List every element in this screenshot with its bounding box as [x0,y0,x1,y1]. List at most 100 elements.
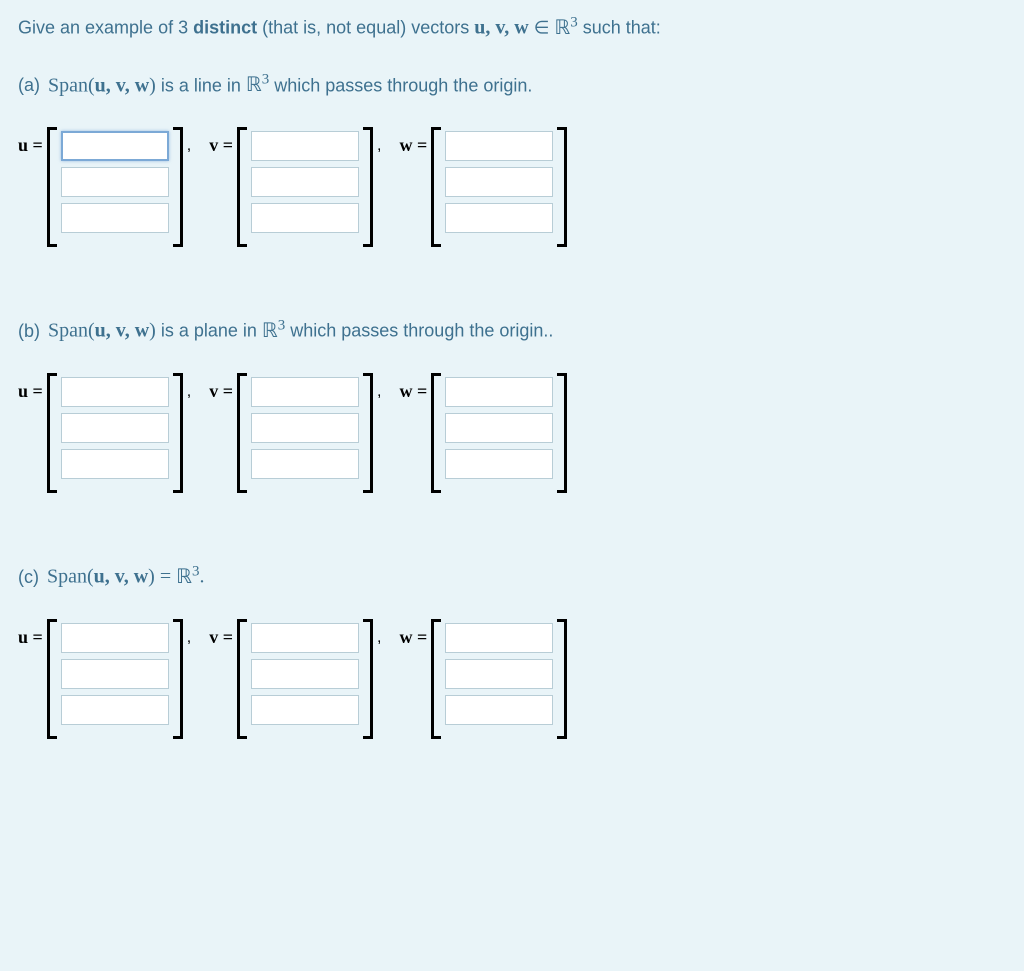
part-a-text: (a) Span(u, v, w) is a line in ℝ3 which … [18,72,1006,98]
intro-distinct: distinct [193,18,257,38]
input-w-b-1[interactable] [445,377,553,407]
input-w-a-1[interactable] [445,131,553,161]
bracket-right-icon [557,373,567,493]
label-v-b: v = [209,381,233,402]
comma: , [377,383,381,401]
intro-R: ℝ3 [554,17,577,39]
input-u-c-1[interactable] [61,623,169,653]
comma: , [377,137,381,155]
bracket-left-icon [237,127,247,247]
input-v-c-3[interactable] [251,695,359,725]
part-b-R: ℝ3 [262,320,285,342]
part-c-uvw: u, v, w [94,566,148,588]
input-v-b-2[interactable] [251,413,359,443]
vector-w-c [431,619,567,739]
input-w-c-3[interactable] [445,695,553,725]
input-u-a-2[interactable] [61,167,169,197]
bracket-left-icon [431,619,441,739]
label-v-a: v = [209,135,233,156]
input-w-a-3[interactable] [445,203,553,233]
part-c-R: ℝ3 [176,566,199,588]
part-c-text: (c) Span(u, v, w) = ℝ3. [18,563,1006,589]
bracket-left-icon [237,373,247,493]
bracket-right-icon [173,619,183,739]
label-u-b: u = [18,381,43,402]
input-u-b-1[interactable] [61,377,169,407]
intro-text: Give an example of 3 distinct (that is, … [18,14,1006,40]
intro-t2: (that is, not equal) vectors [257,18,474,38]
bracket-right-icon [557,619,567,739]
part-b-t1: is a plane in [156,321,262,341]
part-a-label: (a) [18,75,45,95]
input-w-a-2[interactable] [445,167,553,197]
bracket-right-icon [363,127,373,247]
input-u-a-1[interactable] [61,131,169,161]
bracket-left-icon [47,127,57,247]
intro-t4: such that: [578,18,661,38]
bracket-right-icon [363,619,373,739]
part-a-vectors: u = , v = , w = [18,127,1006,247]
comma: , [187,629,191,647]
bracket-left-icon [431,127,441,247]
part-b-span: Span( [48,320,95,342]
part-a-R: ℝ3 [246,74,269,96]
input-v-a-1[interactable] [251,131,359,161]
part-a-uvw: u, v, w [95,74,149,96]
input-v-b-1[interactable] [251,377,359,407]
comma: , [187,383,191,401]
input-v-a-3[interactable] [251,203,359,233]
vector-w-b [431,373,567,493]
label-u-a: u = [18,135,43,156]
part-b-label: (b) [18,321,45,341]
part-a-t2: which passes through the origin. [269,75,532,95]
bracket-left-icon [431,373,441,493]
part-c-vectors: u = , v = , w = [18,619,1006,739]
bracket-left-icon [237,619,247,739]
input-v-a-2[interactable] [251,167,359,197]
part-c-label: (c) [18,567,44,587]
part-c-eq: = [155,566,176,588]
bracket-left-icon [47,619,57,739]
part-c-dot: . [199,566,204,588]
part-b-text: (b) Span(u, v, w) is a plane in ℝ3 which… [18,317,1006,343]
vector-w-a [431,127,567,247]
input-v-c-1[interactable] [251,623,359,653]
input-w-c-1[interactable] [445,623,553,653]
vector-v-b [237,373,373,493]
comma: , [377,629,381,647]
label-u-c: u = [18,627,43,648]
input-w-c-2[interactable] [445,659,553,689]
bracket-right-icon [173,373,183,493]
part-a-close: ) [149,74,156,96]
input-w-b-2[interactable] [445,413,553,443]
part-b-uvw: u, v, w [95,320,149,342]
part-b-vectors: u = , v = , w = [18,373,1006,493]
vector-u-b [47,373,183,493]
input-v-c-2[interactable] [251,659,359,689]
intro-uvw: u, v, w [474,17,528,39]
input-u-c-3[interactable] [61,695,169,725]
part-b-t2: which passes through the origin.. [285,321,553,341]
input-v-b-3[interactable] [251,449,359,479]
part-a-t1: is a line in [156,75,246,95]
intro-t3: ∈ [529,18,555,38]
vector-v-a [237,127,373,247]
input-w-b-3[interactable] [445,449,553,479]
label-v-c: v = [209,627,233,648]
input-u-b-2[interactable] [61,413,169,443]
part-c-close: ) [148,566,155,588]
input-u-a-3[interactable] [61,203,169,233]
bracket-right-icon [363,373,373,493]
part-a-span: Span( [48,74,95,96]
bracket-right-icon [173,127,183,247]
bracket-left-icon [47,373,57,493]
label-w-b: w = [399,381,427,402]
bracket-right-icon [557,127,567,247]
vector-v-c [237,619,373,739]
input-u-b-3[interactable] [61,449,169,479]
vector-u-a [47,127,183,247]
label-w-c: w = [399,627,427,648]
part-c-span: Span( [47,566,94,588]
input-u-c-2[interactable] [61,659,169,689]
comma: , [187,137,191,155]
